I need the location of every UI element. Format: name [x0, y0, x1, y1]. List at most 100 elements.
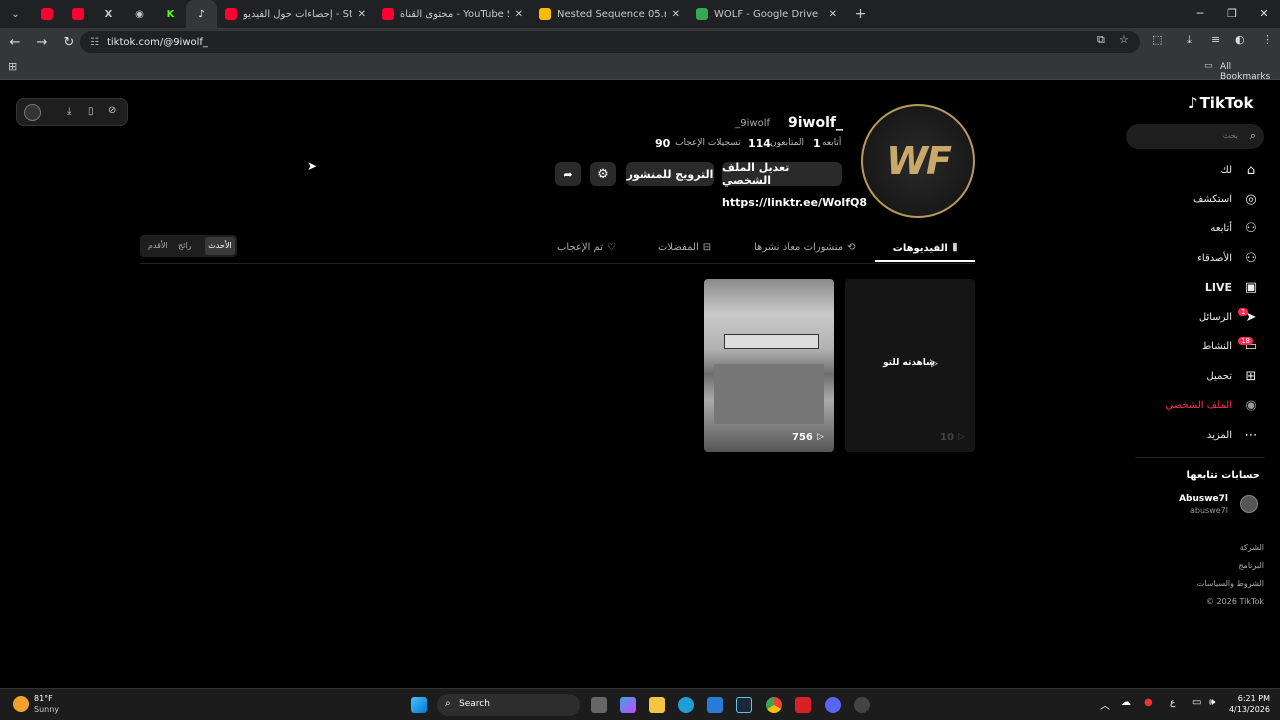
footer-program[interactable]: البرنامج	[1160, 561, 1264, 570]
chrome-icon[interactable]	[766, 697, 782, 713]
back-icon[interactable]: ←	[3, 35, 27, 50]
sort-latest[interactable]: الأحدث	[205, 237, 235, 255]
tab-liked[interactable]: تم الإعجاب ♡	[557, 242, 616, 253]
browser-tab[interactable]: Nested Sequence 05.mp4 - Goo ✕	[531, 0, 688, 28]
window-controls: ─ ❐ ✕	[1184, 0, 1280, 28]
tiktok-avatar-icon[interactable]	[24, 104, 41, 121]
settings-button[interactable]: ⚙	[590, 162, 616, 186]
weather-icon[interactable]	[13, 696, 29, 712]
video-card[interactable]: ▷ 756	[704, 279, 834, 452]
tiktok-logo[interactable]: ♪ TikTok	[1188, 94, 1253, 112]
onedrive-icon[interactable]: ☁	[1121, 697, 1131, 708]
keyboard-language[interactable]: ع	[1170, 698, 1175, 708]
download-icon[interactable]: ⤓	[1187, 33, 1192, 47]
likes-label: تسجيلات الإعجاب	[675, 138, 741, 148]
site-info-icon[interactable]: ☷	[90, 37, 99, 48]
taskbar-search[interactable]: ⌕ Search	[437, 694, 580, 716]
footer-terms[interactable]: الشروط والسياسات	[1160, 579, 1264, 588]
tab-search-icon[interactable]: ≡	[1211, 33, 1220, 46]
sidebar-item-label: استكشف	[1193, 194, 1232, 205]
share-button[interactable]: ➦	[555, 162, 581, 186]
search-input[interactable]: ⌕ بحث	[1126, 124, 1264, 149]
adobe-icon[interactable]	[795, 697, 811, 713]
sidebar-item-messages[interactable]: الرسائل ➤	[1199, 310, 1260, 325]
browser-tab[interactable]: K	[155, 0, 186, 28]
sidebar-item-live[interactable]: LIVE ▣	[1205, 280, 1260, 295]
avatar[interactable]: ◐	[1235, 33, 1245, 46]
start-icon[interactable]	[411, 697, 427, 713]
sidebar-item-following[interactable]: أتابعه ⚇	[1210, 221, 1260, 236]
browser-tab[interactable]	[31, 0, 62, 28]
extensions-icon[interactable]: ⬚	[1152, 33, 1162, 46]
watched-overlay: شاهدته للتو	[883, 358, 936, 368]
followers-label[interactable]: المتابعون	[770, 138, 804, 148]
browser-tab[interactable]: إحصاءات حول الفيديو - Studio ✕	[217, 0, 374, 28]
mic-icon[interactable]: ●	[1144, 697, 1153, 708]
profile-avatar[interactable]: WF	[861, 104, 975, 218]
sidebar-item-explore[interactable]: استكشف ◎	[1193, 192, 1260, 207]
edge-icon[interactable]	[678, 697, 694, 713]
install-app-icon[interactable]: ⧉	[1097, 33, 1105, 47]
sidebar-item-foryou[interactable]: لك ⌂	[1221, 163, 1260, 178]
close-icon[interactable]: ✕	[672, 9, 680, 20]
video-card[interactable]: شاهدته للتو ▷ ▷ 10	[845, 279, 975, 452]
bookmark-star-icon[interactable]: ☆	[1119, 33, 1129, 46]
download-icon[interactable]: ⤓	[67, 106, 71, 117]
browser-tab[interactable]: X	[93, 0, 124, 28]
restore-icon[interactable]: ❐	[1216, 0, 1248, 28]
close-icon[interactable]: ✕	[515, 9, 523, 20]
sidebar-item-upload[interactable]: تحميل ⊞	[1206, 369, 1260, 384]
discord-icon[interactable]	[825, 697, 841, 713]
app-icon[interactable]	[854, 697, 870, 713]
following-account[interactable]: Abuswe7l abuswe7l	[1160, 493, 1260, 519]
following-count[interactable]: 1	[813, 137, 821, 150]
browser-tab[interactable]	[62, 0, 93, 28]
phone-icon[interactable]: ▯	[88, 106, 94, 117]
sidebar-item-friends[interactable]: الأصدقاء ⚇	[1197, 251, 1260, 266]
following-label[interactable]: أتابعه	[822, 138, 841, 148]
tab-videos[interactable]: الفيديوهات ⦀	[875, 236, 975, 262]
file-explorer-icon[interactable]	[649, 697, 665, 713]
reload-icon[interactable]: ↻	[57, 35, 81, 50]
close-window-icon[interactable]: ✕	[1248, 0, 1280, 28]
close-icon[interactable]: ✕	[358, 9, 366, 20]
minimize-icon[interactable]: ─	[1184, 0, 1216, 28]
browser-tab[interactable]: WOLF - Google Drive ✕	[688, 0, 845, 28]
clock-time[interactable]: 6:21 PM	[1232, 694, 1270, 703]
sidebar-item-profile[interactable]: الملف الشخصي ◉	[1165, 398, 1260, 413]
sidebar-item-more[interactable]: المزيد ⋯	[1207, 428, 1260, 443]
task-view-icon[interactable]	[591, 697, 607, 713]
network-icon[interactable]: ▭	[1192, 697, 1201, 708]
followers-count[interactable]: 114	[748, 137, 771, 150]
steam-icon[interactable]	[736, 697, 752, 713]
footer-company[interactable]: الشركة	[1160, 543, 1264, 552]
search-icon[interactable]: ⌕	[1250, 129, 1256, 143]
tab-favorites[interactable]: المفضلات ⊟	[658, 242, 711, 253]
volume-icon[interactable]: 🕪	[1209, 697, 1215, 708]
promote-post-button[interactable]: الترويج للمنشور	[626, 162, 714, 186]
apps-icon[interactable]: ⊞	[8, 60, 17, 73]
copilot-icon[interactable]	[620, 697, 636, 713]
sort-popular[interactable]: رائج	[178, 241, 191, 250]
tray-chevron-icon[interactable]: ︿	[1100, 697, 1110, 712]
tab-reposts[interactable]: منشورات معاد نشرها ⟲	[754, 242, 855, 253]
edit-profile-button[interactable]: تعديل الملف الشخصي	[722, 161, 842, 187]
browser-tab[interactable]: ◉	[124, 0, 155, 28]
menu-icon[interactable]: ⋮	[1262, 33, 1273, 46]
weather-temp[interactable]: 81°F	[34, 694, 53, 703]
clock-date[interactable]: 4/13/2026	[1224, 705, 1270, 714]
profile-link[interactable]: https://linktr.ee/WolfQ8	[722, 196, 867, 209]
compass-icon[interactable]: ⊘	[108, 105, 116, 116]
browser-tab[interactable]: محتوى القناة - YouTube Studio ✕	[374, 0, 531, 28]
forward-icon[interactable]: →	[30, 35, 54, 50]
tab-list-button[interactable]: ⌄	[0, 0, 31, 28]
all-bookmarks[interactable]: All Bookmarks	[1220, 62, 1280, 82]
url-bar[interactable]: ☷ tiktok.com/@9iwolf_	[80, 31, 1140, 53]
store-icon[interactable]	[707, 697, 723, 713]
search-placeholder: بحث	[1222, 131, 1238, 140]
sort-oldest[interactable]: الأقدم	[148, 241, 168, 250]
browser-tab-active[interactable]: ♪	[186, 0, 217, 28]
video-thumbnail-truck	[714, 364, 824, 424]
close-icon[interactable]: ✕	[829, 9, 837, 20]
new-tab-button[interactable]: +	[845, 0, 876, 28]
